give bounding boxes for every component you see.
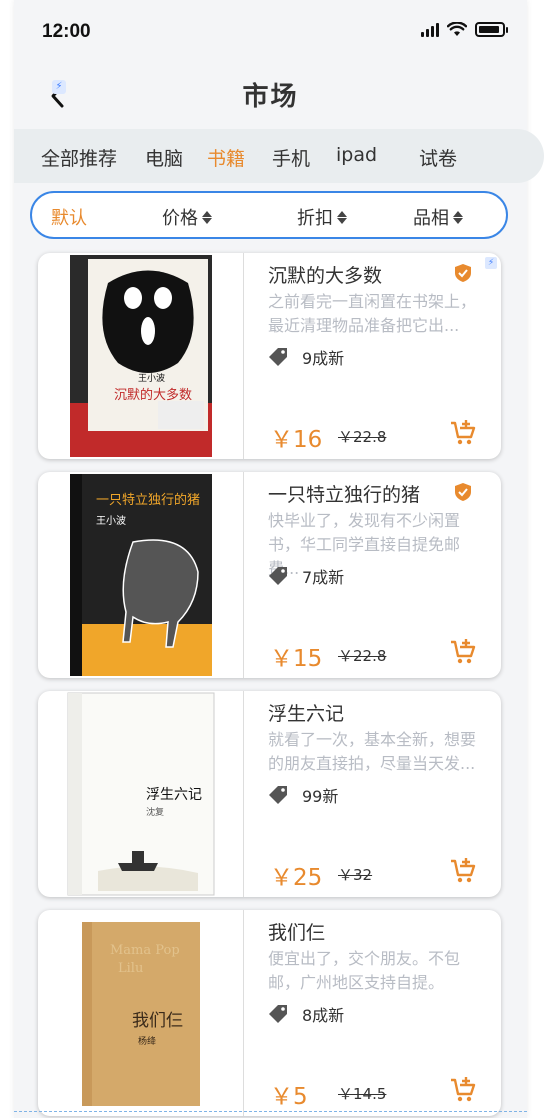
cover-title: 浮生六记	[146, 787, 202, 803]
svg-text:Lilu: Lilu	[118, 961, 143, 976]
tag-icon	[269, 786, 287, 804]
original-price: ￥32	[338, 866, 373, 884]
product-price: ￥25	[270, 865, 323, 891]
product-card[interactable]: Mama Pop Lilu 我们仨 杨绛 我们仨 便宜出了，交个朋友。不包邮，广…	[38, 910, 501, 1116]
filter-default[interactable]: 默认	[51, 204, 87, 230]
cover-title: 我们仨	[132, 1011, 183, 1031]
condition-label: 7成新	[302, 568, 345, 587]
cover-title: 沉默的大多数	[114, 387, 192, 403]
condition-label: 9成新	[302, 349, 345, 368]
shield-check-icon	[455, 264, 471, 282]
status-icons	[421, 22, 508, 37]
cover-author: 杨绛	[138, 1035, 156, 1047]
original-price: ￥22.8	[338, 647, 387, 665]
product-description: 便宜出了，交个朋友。不包邮，广州地区支持自提。	[268, 949, 461, 992]
filter-price-label: 价格	[162, 208, 198, 229]
sort-filter-bar: 默认 价格 折扣 品相	[30, 191, 508, 239]
condition-label: 99新	[302, 787, 339, 806]
product-card[interactable]: 浮生六记 沈复 浮生六记 就看了一次，基本全新，想要的朋友直接拍，尽量当天发..…	[38, 691, 501, 897]
cart-plus-icon[interactable]	[449, 1076, 477, 1104]
cover-author: 沈复	[146, 806, 164, 818]
tab-papers[interactable]: 试卷	[419, 144, 457, 171]
product-condition: 8成新	[268, 1002, 344, 1026]
bottom-divider	[14, 1111, 527, 1112]
original-price: ￥14.5	[338, 1085, 387, 1103]
cover-title: 一只特立独行的猪	[96, 492, 200, 508]
page-title: 市场	[242, 82, 299, 112]
book-cover-image: 王小波 沉默的大多数	[38, 253, 244, 459]
cover-author: 王小波	[96, 514, 126, 527]
shield-check-icon	[455, 483, 471, 501]
product-card[interactable]: 王小波 沉默的大多数 沉默的大多数 ⚡ 之前看完一直闲置在书架上，最近清理物品准…	[38, 253, 501, 459]
tab-ipad[interactable]: ipad	[336, 144, 377, 166]
sort-arrows-icon	[202, 210, 212, 224]
tab-computer[interactable]: 电脑	[145, 144, 183, 171]
status-time: 12:00	[42, 21, 91, 42]
product-condition: 99新	[268, 783, 338, 807]
phone-frame: 12:00 ⚡ 市场 全部推荐 电脑 书籍 手机 ipad 试卷 默认 价格 折…	[14, 0, 544, 1118]
book-cover-image: 浮生六记 沈复	[38, 691, 244, 897]
product-condition: 7成新	[268, 564, 344, 588]
filter-condition[interactable]: 品相	[413, 204, 463, 230]
book-cover-image: 一只特立独行的猪 王小波	[38, 472, 244, 678]
product-price: ￥5	[270, 1084, 308, 1110]
sort-arrows-icon	[337, 210, 347, 224]
cellular-signal-icon	[421, 22, 439, 37]
tab-all[interactable]: 全部推荐	[41, 144, 117, 171]
product-card[interactable]: 一只特立独行的猪 王小波 一只特立独行的猪 快毕业了，发现有不少闲置书，华工同学…	[38, 472, 501, 678]
cart-plus-icon[interactable]	[449, 419, 477, 447]
filter-condition-label: 品相	[413, 208, 449, 229]
sort-arrows-icon	[453, 210, 463, 224]
battery-icon	[475, 22, 508, 37]
status-bar: 12:00	[14, 0, 527, 62]
nav-bar: ⚡ 市场	[14, 62, 527, 124]
tag-icon	[269, 348, 287, 366]
tab-books[interactable]: 书籍	[207, 144, 245, 171]
product-price: ￥15	[270, 646, 323, 672]
condition-label: 8成新	[302, 1006, 345, 1025]
cart-plus-icon[interactable]	[449, 638, 477, 666]
product-price: ￥16	[270, 427, 323, 453]
product-description: 就看了一次，基本全新，想要的朋友直接拍，尽量当天发...	[268, 730, 477, 773]
filter-price[interactable]: 价格	[162, 204, 212, 230]
tag-icon	[269, 1005, 287, 1023]
product-title: 我们仨	[268, 922, 326, 944]
category-tabs: 全部推荐 电脑 书籍 手机 ipad 试卷	[14, 129, 544, 183]
tab-phone[interactable]: 手机	[272, 144, 310, 171]
bolt-icon: ⚡	[485, 257, 497, 269]
svg-text:Mama Pop: Mama Pop	[110, 943, 180, 958]
cover-author: 王小波	[138, 372, 165, 384]
product-title: 沉默的大多数	[268, 265, 383, 287]
cart-plus-icon[interactable]	[449, 857, 477, 885]
filter-discount[interactable]: 折扣	[297, 204, 347, 230]
product-title: 浮生六记	[268, 703, 345, 725]
original-price: ￥22.8	[338, 428, 387, 446]
book-cover-image: Mama Pop Lilu 我们仨 杨绛	[38, 910, 244, 1116]
filter-default-label: 默认	[51, 208, 87, 229]
product-condition: 9成新	[268, 345, 344, 369]
tag-icon	[269, 567, 287, 585]
product-title: 一只特立独行的猪	[268, 484, 421, 506]
product-description: 之前看完一直闲置在书架上，最近清理物品准备把它出...	[268, 292, 477, 335]
wifi-icon	[447, 22, 467, 36]
filter-discount-label: 折扣	[297, 208, 333, 229]
